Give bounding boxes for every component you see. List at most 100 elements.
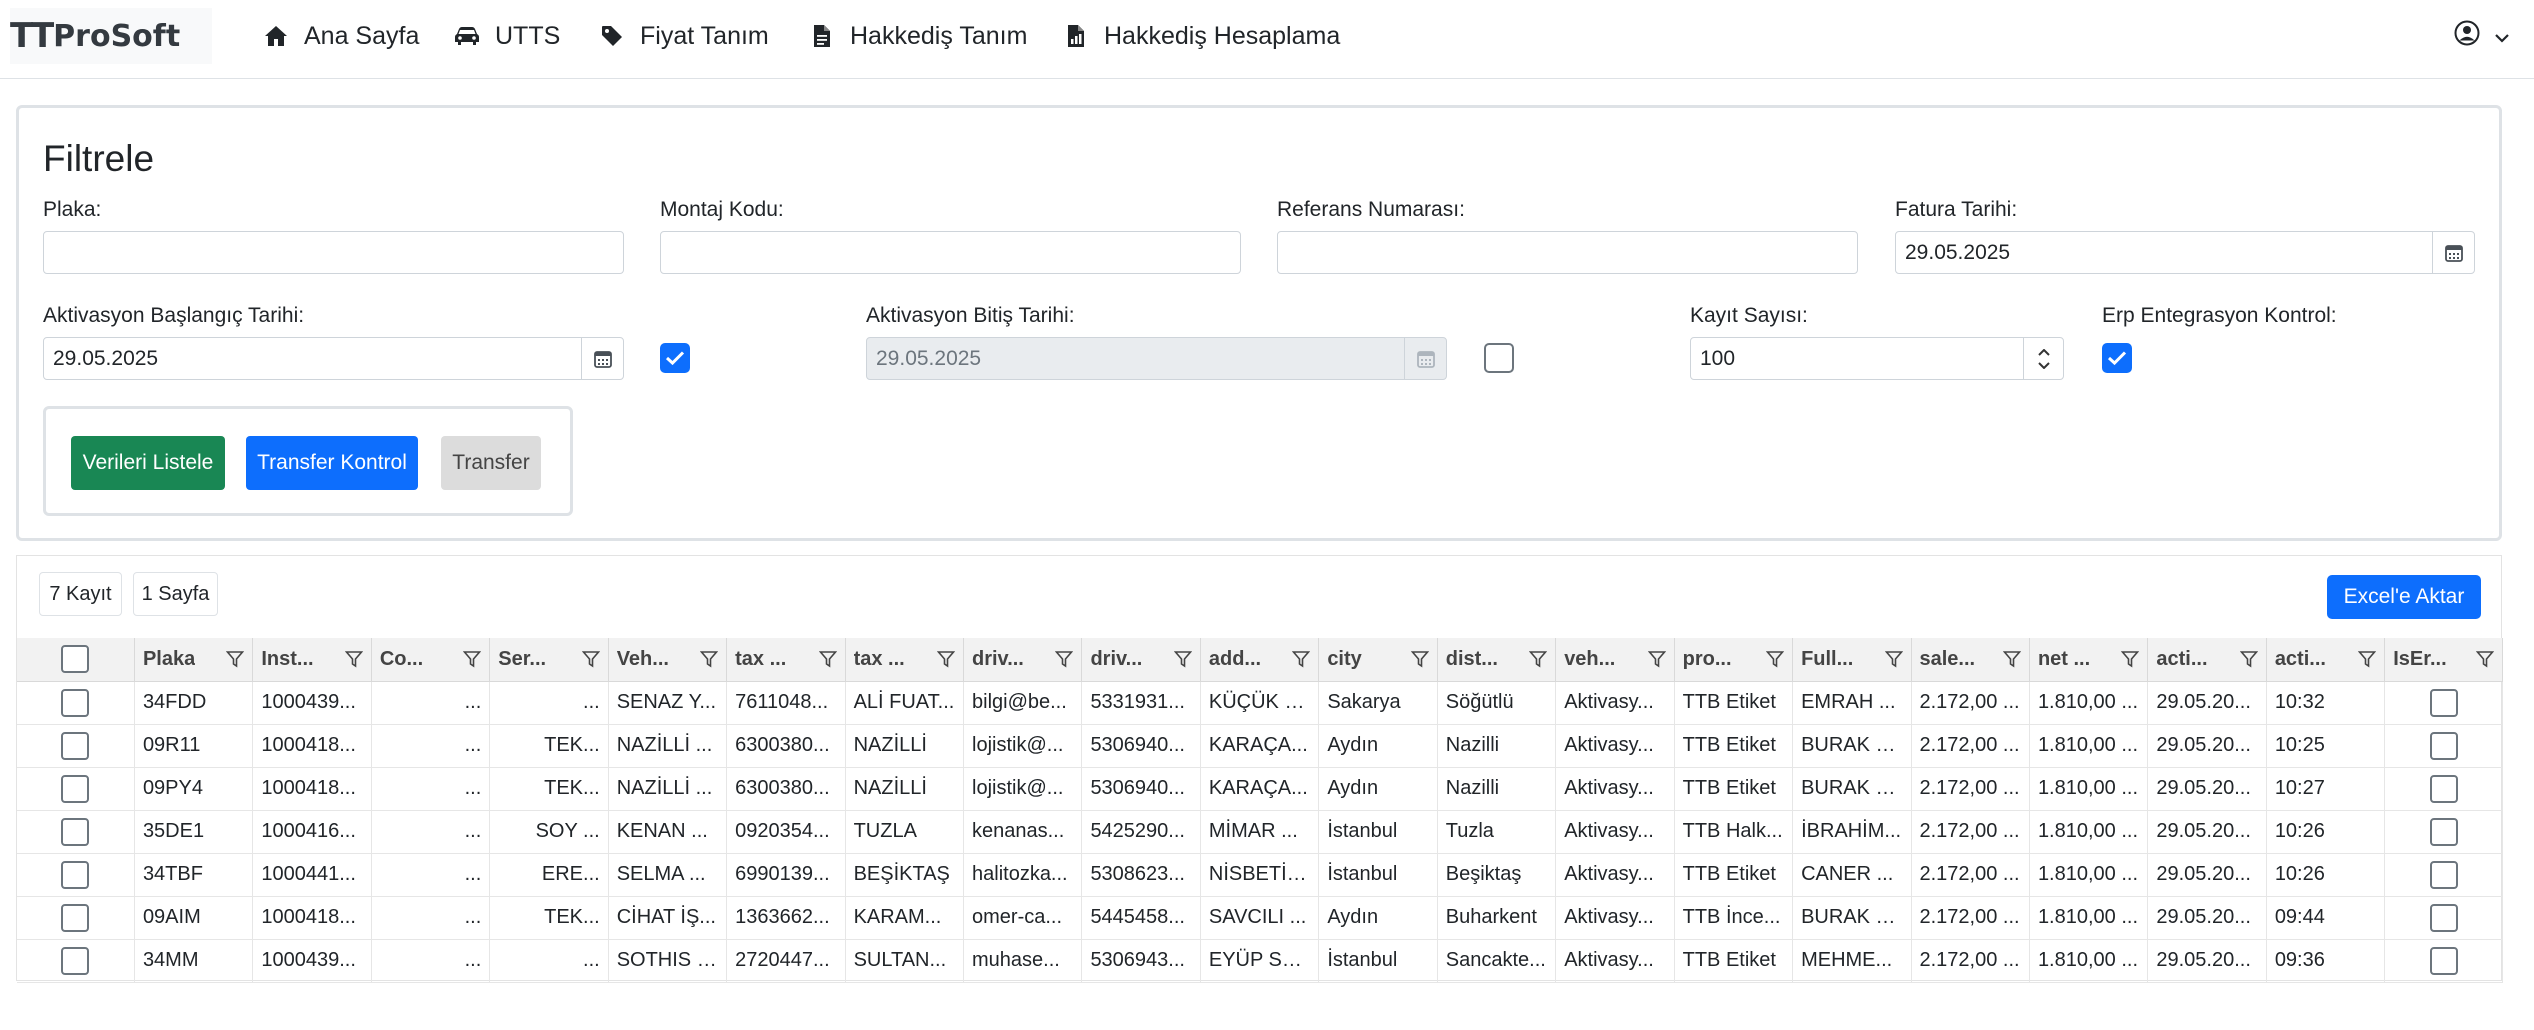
column-header[interactable]: veh... xyxy=(1555,638,1675,682)
table-cell: 1000418... xyxy=(252,767,372,811)
column-header[interactable]: dist... xyxy=(1437,638,1557,682)
transfer-button[interactable]: Transfer xyxy=(441,436,541,490)
table-row[interactable]: 34FDD 1000439......... SENAZ Y... 7611048..… xyxy=(17,681,2503,725)
nav-fiyat-tanim[interactable]: Fiyat Tanım xyxy=(598,18,769,54)
filter-icon[interactable] xyxy=(1529,650,1548,668)
column-header[interactable]: Co... xyxy=(371,638,491,682)
spin-down-icon[interactable] xyxy=(2037,361,2050,369)
filter-icon[interactable] xyxy=(226,650,245,668)
table-row[interactable]: 35DE1 1000416...... SOY ... KENAN ... 092035… xyxy=(17,810,2503,854)
column-header[interactable]: tax ... xyxy=(845,638,965,682)
column-header[interactable]: acti... xyxy=(2266,638,2386,682)
row-select-checkbox[interactable] xyxy=(61,817,90,846)
filter-icon[interactable] xyxy=(2121,650,2140,668)
column-header[interactable]: acti... xyxy=(2147,638,2267,682)
column-header[interactable]: pro... xyxy=(1674,638,1794,682)
calendar-icon[interactable] xyxy=(581,338,623,379)
table-cell: TUZLA xyxy=(845,810,965,854)
column-header-label: sale... xyxy=(1919,647,1976,670)
is-erp-checkbox[interactable] xyxy=(2429,946,2458,975)
calendar-icon[interactable] xyxy=(2432,232,2474,273)
row-select-checkbox[interactable] xyxy=(61,946,90,975)
number-spinner[interactable] xyxy=(2023,338,2063,379)
column-header[interactable]: sale... xyxy=(1911,638,2030,682)
is-erp-checkbox[interactable] xyxy=(2429,860,2458,889)
table-cell: 1.810,00 ... xyxy=(2029,810,2149,854)
is-erp-cell xyxy=(2384,767,2503,811)
column-header[interactable]: city xyxy=(1318,638,1438,682)
is-erp-checkbox[interactable] xyxy=(2429,817,2458,846)
filter-icon[interactable] xyxy=(344,650,363,668)
row-select-checkbox[interactable] xyxy=(61,731,90,760)
aktivasyon-bitis-checkbox[interactable] xyxy=(1484,343,1514,373)
column-header[interactable]: add... xyxy=(1200,638,1320,682)
column-header[interactable]: net ... xyxy=(2029,638,2149,682)
aktivasyon-baslangic-input[interactable]: 29.05.2025 xyxy=(43,337,624,380)
filter-icon[interactable] xyxy=(818,650,837,668)
column-header[interactable]: driv... xyxy=(1081,638,1201,682)
filter-icon[interactable] xyxy=(2476,650,2494,668)
filter-icon[interactable] xyxy=(1410,650,1429,668)
montaj-kodu-input[interactable] xyxy=(660,231,1241,274)
spin-up-icon[interactable] xyxy=(2037,348,2050,356)
table-row[interactable]: 09PY4 1000418...... TEK... NAZİLLİ ... 63003… xyxy=(17,767,2503,811)
filter-icon[interactable] xyxy=(1173,650,1192,668)
plaka-input[interactable] xyxy=(43,231,624,274)
erp-kontrol-checkbox[interactable] xyxy=(2102,343,2132,373)
column-header-label: driv... xyxy=(1090,647,1143,670)
is-erp-checkbox[interactable] xyxy=(2429,903,2458,932)
kayit-sayisi-input[interactable]: 100 xyxy=(1690,337,2064,380)
table-row[interactable]: 34MM 1000439......... SOTHIS I... 2720447..… xyxy=(17,939,2503,983)
nav-ana-sayfa[interactable]: Ana Sayfa xyxy=(262,18,419,54)
row-select-checkbox[interactable] xyxy=(61,688,90,717)
column-header[interactable]: Ser... xyxy=(489,638,609,682)
filter-icon[interactable] xyxy=(1055,650,1074,668)
filter-icon[interactable] xyxy=(463,650,482,668)
filter-icon[interactable] xyxy=(1292,650,1311,668)
column-header[interactable]: Veh... xyxy=(608,638,728,682)
table-cell: 29.05.20... xyxy=(2147,810,2267,854)
table-row[interactable]: 34TBF 1000441...... ERE... SELMA ... 6990139… xyxy=(17,853,2503,897)
filter-icon[interactable] xyxy=(1766,650,1785,668)
table-row[interactable]: 09AIM 1000418...... TEK... CİHAT İŞ... 13636… xyxy=(17,896,2503,940)
filter-icon[interactable] xyxy=(2239,650,2258,668)
column-header[interactable]: Inst... xyxy=(252,638,372,682)
column-header[interactable]: tax ... xyxy=(726,638,846,682)
row-select-checkbox[interactable] xyxy=(61,860,90,889)
brand-logo[interactable]: TT ProSoft xyxy=(10,8,212,64)
is-erp-checkbox[interactable] xyxy=(2429,731,2458,760)
table-row[interactable]: 09R11 1000418...... TEK... NAZİLLİ ... 63003… xyxy=(17,724,2503,768)
aktivasyon-baslangic-checkbox[interactable] xyxy=(660,343,690,373)
column-header[interactable]: Full... xyxy=(1792,638,1912,682)
column-header-label: acti... xyxy=(2156,647,2208,670)
fatura-tarihi-input[interactable]: 29.05.2025 xyxy=(1895,231,2475,274)
verileri-listele-button[interactable]: Verileri Listele xyxy=(71,436,225,490)
filter-icon[interactable] xyxy=(937,650,955,668)
filter-icon[interactable] xyxy=(2002,650,2021,668)
column-header[interactable]: Plaka xyxy=(134,638,254,682)
transfer-kontrol-button[interactable]: Transfer Kontrol xyxy=(246,436,418,490)
column-header[interactable]: driv... xyxy=(963,638,1083,682)
home-icon xyxy=(262,25,290,47)
table-cell: 2.172,00 ... xyxy=(1911,896,2030,940)
table-cell: 6300380... xyxy=(726,767,846,811)
select-all-checkbox[interactable] xyxy=(61,645,90,674)
filter-icon[interactable] xyxy=(2358,650,2377,668)
is-erp-checkbox[interactable] xyxy=(2429,688,2458,717)
column-header[interactable]: IsEr... xyxy=(2384,638,2503,682)
nav-utts[interactable]: UTTS xyxy=(453,18,560,54)
excel-export-button[interactable]: Excel'e Aktar xyxy=(2327,575,2481,619)
filter-icon[interactable] xyxy=(1647,650,1666,668)
nav-label: Fiyat Tanım xyxy=(640,21,769,50)
is-erp-checkbox[interactable] xyxy=(2429,774,2458,803)
nav-hakkedis-hesaplama[interactable]: Hakkediş Hesaplama xyxy=(1062,18,1340,54)
nav-hakkedis-tanim[interactable]: Hakkediş Tanım xyxy=(808,18,1027,54)
filter-icon[interactable] xyxy=(700,650,719,668)
row-select-checkbox[interactable] xyxy=(61,903,90,932)
user-menu[interactable] xyxy=(2454,20,2510,52)
row-select-checkbox[interactable] xyxy=(61,774,90,803)
referans-input[interactable] xyxy=(1277,231,1858,274)
filter-icon[interactable] xyxy=(1884,650,1903,668)
table-header-row: Plaka Inst... Co... Ser... Veh... tax ... tax … xyxy=(17,638,2503,682)
filter-icon[interactable] xyxy=(581,650,600,668)
